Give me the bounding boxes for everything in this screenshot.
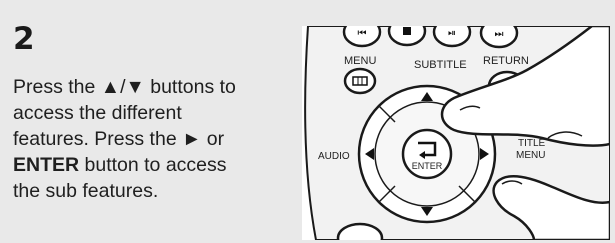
skip-forward-icon: ⏭ (495, 29, 504, 40)
instruction-text: ▲/▼ buttons to (100, 76, 236, 98)
skip-back-icon: ⏮ (358, 28, 367, 39)
enter-button: ENTER (401, 128, 453, 180)
play-pause-button: ⏯ (432, 26, 472, 48)
instruction-line-1: Press the ▲/▼ buttons to (13, 74, 283, 100)
play-pause-icon: ⏯ (448, 28, 456, 39)
instruction-text: features. Press the ► or (13, 128, 225, 150)
instruction-line-4: ENTER button to access (13, 152, 283, 178)
subtitle-label: SUBTITLE (414, 59, 467, 71)
step-number: 2 (13, 21, 36, 57)
instruction-text: access the different (13, 102, 182, 124)
stop-icon (403, 27, 411, 35)
enter-label: ENTER (412, 161, 443, 171)
instruction-card: 2 Press the ▲/▼ buttons to access the di… (0, 0, 615, 243)
menu-button (343, 67, 377, 95)
skip-back-button: ⏮ (342, 26, 382, 48)
remote-control-illustration: ⏮ ⏯ ⏭ MENU SUBTITLE RETURN ENTER AUDIO T… (302, 26, 610, 240)
enter-keyword: ENTER (13, 154, 80, 176)
instruction-line-2: access the different (13, 100, 283, 126)
instruction-text: button to access (79, 154, 227, 176)
menu-label: MENU (344, 55, 376, 67)
step-instructions: Press the ▲/▼ buttons to access the diff… (13, 74, 283, 204)
audio-label: AUDIO (318, 151, 350, 162)
return-label: RETURN (483, 55, 529, 67)
instruction-line-5: the sub features. (13, 178, 283, 204)
stop-button (387, 26, 427, 47)
remote-control-drawing: ⏮ ⏯ ⏭ MENU SUBTITLE RETURN ENTER AUDIO T… (304, 26, 610, 240)
skip-forward-button: ⏭ (479, 26, 519, 49)
title-menu-label-line1: TITLE (518, 138, 546, 149)
instruction-line-3: features. Press the ► or (13, 126, 283, 152)
instruction-text: Press the (13, 76, 101, 98)
instruction-text: the sub features. (13, 180, 159, 202)
title-menu-label-line2: MENU (516, 150, 545, 161)
